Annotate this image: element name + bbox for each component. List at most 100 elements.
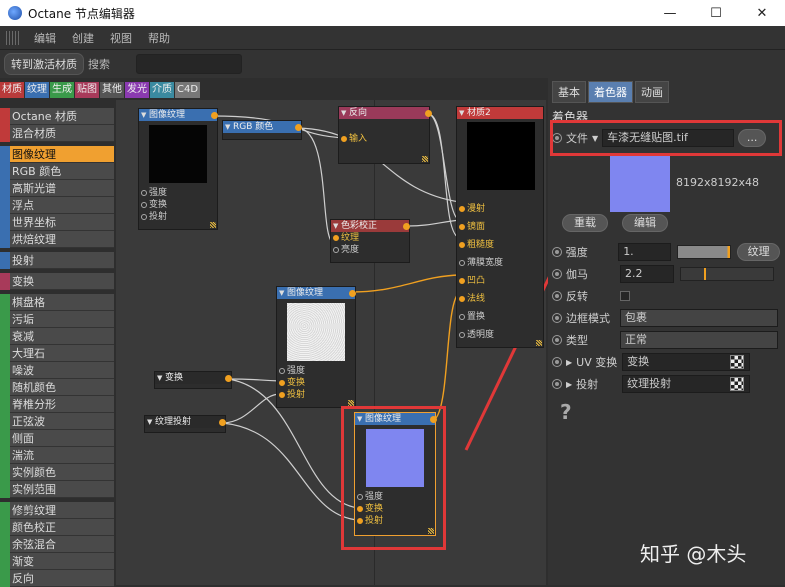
port-diffuse[interactable]: 漫射: [457, 203, 543, 215]
port-projection[interactable]: 投射: [277, 389, 355, 401]
output-dot[interactable]: [211, 112, 218, 119]
sidebar-item[interactable]: 污垢: [0, 311, 114, 328]
sidebar-item[interactable]: 噪波: [0, 362, 114, 379]
category-tab[interactable]: C4D: [175, 82, 201, 98]
sidebar-item[interactable]: 变换: [0, 273, 114, 290]
reload-button[interactable]: 重载: [562, 214, 608, 232]
border-mode-select[interactable]: 包裹: [620, 309, 778, 327]
sidebar-item[interactable]: 棋盘格: [0, 294, 114, 311]
close-button[interactable]: ✕: [739, 0, 785, 26]
category-tab[interactable]: 材质: [0, 82, 24, 98]
sidebar-item[interactable]: 正弦波: [0, 413, 114, 430]
sidebar-item[interactable]: 修剪纹理: [0, 502, 114, 519]
sidebar-item[interactable]: 混合材质: [0, 125, 114, 142]
sidebar-item[interactable]: 颜色校正: [0, 519, 114, 536]
output-dot[interactable]: [295, 124, 302, 131]
sidebar-item[interactable]: 反向: [0, 570, 114, 587]
port-opacity[interactable]: 透明度: [457, 329, 543, 341]
animate-radio[interactable]: [552, 269, 562, 279]
type-select[interactable]: 正常: [620, 331, 778, 349]
texture-button[interactable]: 纹理: [737, 243, 780, 261]
sidebar-item[interactable]: 烘焙纹理: [0, 231, 114, 248]
sidebar-item[interactable]: 侧面: [0, 430, 114, 447]
tab-animation[interactable]: 动画: [635, 81, 669, 103]
resize-handle[interactable]: [210, 222, 216, 228]
tab-shader[interactable]: 着色器: [588, 81, 633, 103]
sidebar-item[interactable]: 投射: [0, 252, 114, 269]
color-correction-node[interactable]: 色彩校正 纹理 亮度: [330, 219, 410, 263]
port-transform[interactable]: 变换: [277, 377, 355, 389]
output-dot[interactable]: [219, 419, 226, 426]
port-roughness[interactable]: 粗糙度: [457, 239, 543, 251]
search-input[interactable]: [136, 54, 242, 74]
category-tab[interactable]: 其他: [100, 82, 124, 98]
expand-arrow-icon[interactable]: ▶: [566, 358, 572, 367]
animate-radio[interactable]: [552, 335, 562, 345]
menu-view[interactable]: 视图: [102, 30, 140, 46]
animate-radio[interactable]: [552, 291, 562, 301]
invert-node[interactable]: 反向 输入: [338, 106, 430, 164]
power-slider[interactable]: [676, 245, 732, 259]
port-film-width[interactable]: 薄膜宽度: [457, 257, 543, 269]
port-displacement[interactable]: 置换: [457, 311, 543, 323]
sidebar-item[interactable]: 余弦混合: [0, 536, 114, 553]
invert-checkbox[interactable]: [620, 291, 630, 301]
sidebar-item[interactable]: 浮点: [0, 197, 114, 214]
sidebar-item[interactable]: 渐变: [0, 553, 114, 570]
output-dot[interactable]: [349, 290, 356, 297]
sidebar-item[interactable]: 湍流: [0, 447, 114, 464]
port-input[interactable]: 输入: [339, 133, 429, 145]
port-texture[interactable]: 纹理: [331, 232, 409, 244]
sidebar-item[interactable]: 大理石: [0, 345, 114, 362]
sidebar-item[interactable]: 衰减: [0, 328, 114, 345]
transform-node[interactable]: 变换: [154, 371, 232, 389]
gamma-input[interactable]: 2.2: [620, 265, 674, 283]
category-tab[interactable]: 发光: [125, 82, 149, 98]
tab-basic[interactable]: 基本: [552, 81, 586, 103]
rgb-color-node[interactable]: RGB 颜色: [222, 120, 302, 140]
resize-handle[interactable]: [422, 156, 428, 162]
port-specular[interactable]: 镜面: [457, 221, 543, 233]
material-node[interactable]: 材质2 漫射 镜面 粗糙度 薄膜宽度 凹凸 法线 置换 透明度: [456, 106, 544, 348]
image-texture-node-2[interactable]: 图像纹理 强度 变换 投射: [276, 286, 356, 408]
edit-button[interactable]: 编辑: [622, 214, 668, 232]
sidebar-item[interactable]: Octane 材质: [0, 108, 114, 125]
category-tab[interactable]: 介质: [150, 82, 174, 98]
output-dot[interactable]: [403, 223, 410, 230]
animate-radio[interactable]: [552, 313, 562, 323]
expand-arrow-icon[interactable]: ▶: [566, 380, 572, 389]
port-power[interactable]: 强度: [277, 365, 355, 377]
checker-icon[interactable]: [730, 355, 745, 369]
sidebar-item[interactable]: 高斯光谱: [0, 180, 114, 197]
texture-projection-node[interactable]: 纹理投射: [144, 415, 226, 433]
category-tab[interactable]: 生成: [50, 82, 74, 98]
animate-radio[interactable]: [552, 357, 562, 367]
port-normal[interactable]: 法线: [457, 293, 543, 305]
gamma-slider[interactable]: [680, 267, 774, 281]
port-brightness[interactable]: 亮度: [331, 244, 409, 256]
checker-icon[interactable]: [730, 377, 745, 391]
sidebar-item[interactable]: 世界坐标: [0, 214, 114, 231]
sidebar-item[interactable]: 随机颜色: [0, 379, 114, 396]
image-texture-node-1[interactable]: 图像纹理 强度 变换 投射: [138, 108, 218, 230]
sidebar-item[interactable]: 脊椎分形: [0, 396, 114, 413]
sidebar-item[interactable]: 图像纹理: [0, 146, 114, 163]
minimize-button[interactable]: —: [647, 0, 693, 26]
menu-edit[interactable]: 编辑: [26, 30, 64, 46]
maximize-button[interactable]: ☐: [693, 0, 739, 26]
animate-radio[interactable]: [552, 247, 562, 257]
category-tab[interactable]: 纹理: [25, 82, 49, 98]
animate-radio[interactable]: [552, 379, 562, 389]
menu-help[interactable]: 帮助: [140, 30, 178, 46]
port-projection[interactable]: 投射: [139, 211, 217, 223]
port-bump[interactable]: 凹凸: [457, 275, 543, 287]
help-icon[interactable]: ?: [560, 400, 572, 424]
sidebar-item[interactable]: 实例颜色: [0, 464, 114, 481]
resize-handle[interactable]: [536, 340, 542, 346]
sidebar-item[interactable]: 实例范围: [0, 481, 114, 498]
menu-create[interactable]: 创建: [64, 30, 102, 46]
goto-active-material-button[interactable]: 转到激活材质: [4, 53, 84, 75]
sidebar-item[interactable]: RGB 颜色: [0, 163, 114, 180]
category-tab[interactable]: 贴图: [75, 82, 99, 98]
output-dot[interactable]: [425, 110, 432, 117]
